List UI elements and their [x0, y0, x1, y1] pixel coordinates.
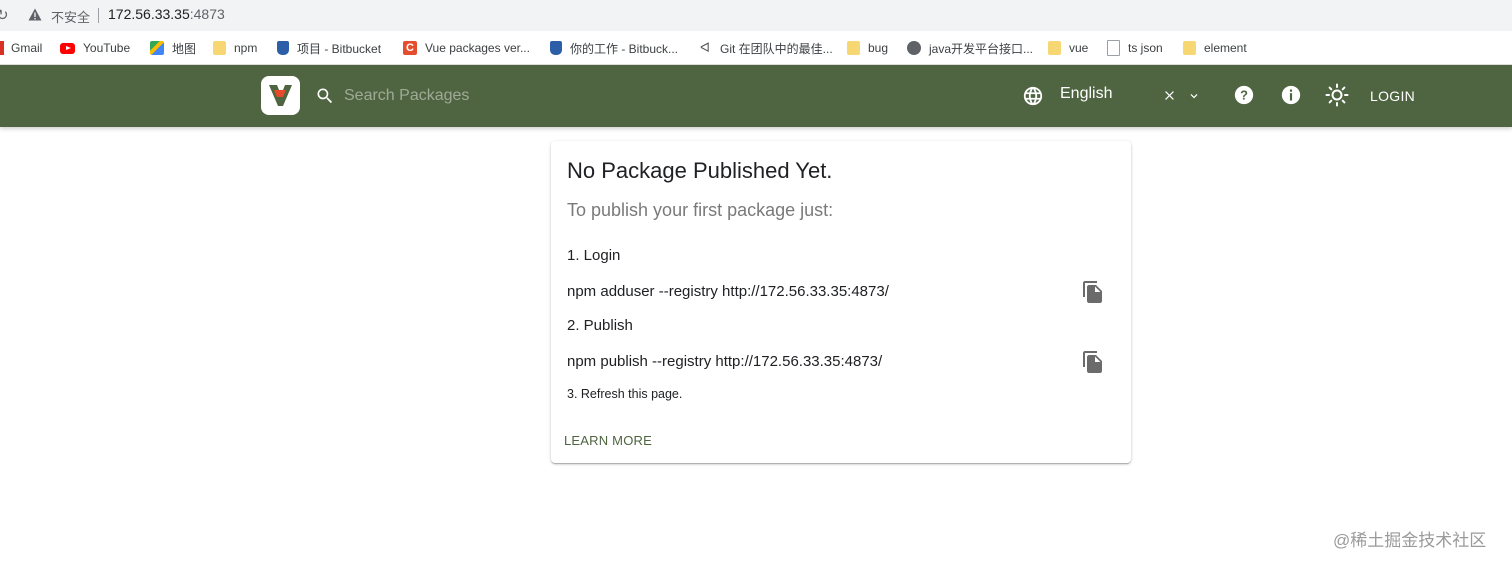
bookmark-label: java开发平台接口... [929, 41, 1034, 56]
warning-icon[interactable] [28, 8, 42, 21]
verdaccio-logo-icon [269, 85, 292, 106]
search-input[interactable] [344, 84, 644, 108]
card-subtitle: To publish your first package just: [567, 200, 834, 220]
url-field[interactable]: 172.56.33.35:4873 [108, 6, 225, 22]
bitbucket-icon [550, 41, 562, 55]
bookmark-label: 你的工作 - Bitbuck... [570, 41, 679, 56]
bookmark-vue-packages[interactable]: C Vue packages ver... [403, 39, 530, 57]
bookmark-git-best-practice[interactable]: ᐊ Git 在团队中的最佳... [698, 39, 833, 57]
copy-icon[interactable] [1081, 280, 1105, 304]
page-icon [1107, 40, 1120, 56]
folder-icon [847, 41, 860, 55]
step-refresh-label: 3. Refresh this page. [567, 387, 683, 401]
folder-icon [213, 41, 226, 55]
gmail-icon [0, 41, 4, 55]
language-globe-icon [1023, 86, 1043, 106]
info-icon[interactable] [1280, 84, 1302, 106]
c-icon: C [403, 41, 417, 55]
bookmark-label: vue [1069, 41, 1089, 55]
youtube-icon [60, 42, 75, 54]
light-mode-icon[interactable] [1325, 83, 1349, 107]
git-icon: ᐊ [700, 40, 710, 55]
bookmark-element[interactable]: element [1183, 39, 1247, 57]
bookmark-vue[interactable]: vue [1048, 39, 1088, 57]
bookmark-label: ts json [1128, 41, 1163, 55]
bookmark-label: Gmail [11, 41, 43, 55]
learn-more-button[interactable]: LEARN MORE [564, 433, 652, 448]
search-icon [317, 88, 333, 104]
bookmark-bug[interactable]: bug [847, 39, 888, 57]
bookmark-gmail[interactable]: Gmail [0, 39, 42, 57]
bookmarks-bar: Gmail YouTube 地图 npm 项目 - Bitbucket C Vu… [0, 31, 1512, 65]
bookmark-label: YouTube [83, 41, 131, 55]
language-select[interactable]: English [1060, 85, 1112, 103]
security-label[interactable]: 不安全 [51, 7, 90, 26]
bookmark-label: Vue packages ver... [425, 41, 530, 55]
publish-command: npm publish --registry http://172.56.33.… [567, 353, 883, 370]
copy-icon[interactable] [1081, 350, 1105, 374]
watermark: @稀土掘金技术社区 [1333, 531, 1487, 550]
bookmark-java-platform[interactable]: java开发平台接口... [907, 39, 1033, 57]
step-login-label: 1. Login [567, 247, 621, 264]
card-title: No Package Published Yet. [567, 158, 833, 183]
bookmark-bitbucket-projects[interactable]: 项目 - Bitbucket [277, 39, 381, 57]
bookmark-bitbucket-work[interactable]: 你的工作 - Bitbuck... [550, 39, 678, 57]
verdaccio-logo[interactable] [261, 76, 300, 115]
step-publish-label: 2. Publish [567, 317, 633, 334]
maps-icon [150, 41, 164, 55]
bookmark-label: Git 在团队中的最佳... [720, 41, 833, 56]
globe-icon [907, 41, 921, 55]
svg-text:?: ? [1240, 88, 1248, 103]
bitbucket-icon [277, 41, 289, 55]
bookmark-label: 地图 [172, 41, 197, 56]
bookmark-npm[interactable]: npm [213, 39, 257, 57]
help-icon[interactable]: ? [1233, 84, 1255, 106]
folder-icon [1048, 41, 1061, 55]
app-header: English ? LOGIN [0, 65, 1512, 127]
login-button[interactable]: LOGIN [1360, 79, 1425, 113]
bookmark-youtube[interactable]: YouTube [60, 39, 130, 57]
chevron-down-icon[interactable] [1187, 89, 1201, 103]
bookmark-label: element [1204, 41, 1247, 55]
bookmark-label: 项目 - Bitbucket [297, 41, 382, 56]
help-card: No Package Published Yet. To publish you… [551, 141, 1131, 463]
bookmark-ts-json[interactable]: ts json [1107, 39, 1163, 57]
bookmark-label: npm [234, 41, 258, 55]
browser-address-bar: ↻ 不安全 172.56.33.35:4873 [0, 0, 1512, 31]
folder-icon [1183, 41, 1196, 55]
divider [98, 8, 99, 23]
reload-icon[interactable]: ↻ [0, 6, 9, 24]
url-port: :4873 [189, 6, 225, 22]
adduser-command: npm adduser --registry http://172.56.33.… [567, 283, 889, 300]
url-host: 172.56.33.35 [108, 6, 190, 22]
bookmark-label: bug [868, 41, 889, 55]
bookmark-maps[interactable]: 地图 [150, 39, 196, 57]
clear-icon[interactable] [1162, 88, 1177, 103]
